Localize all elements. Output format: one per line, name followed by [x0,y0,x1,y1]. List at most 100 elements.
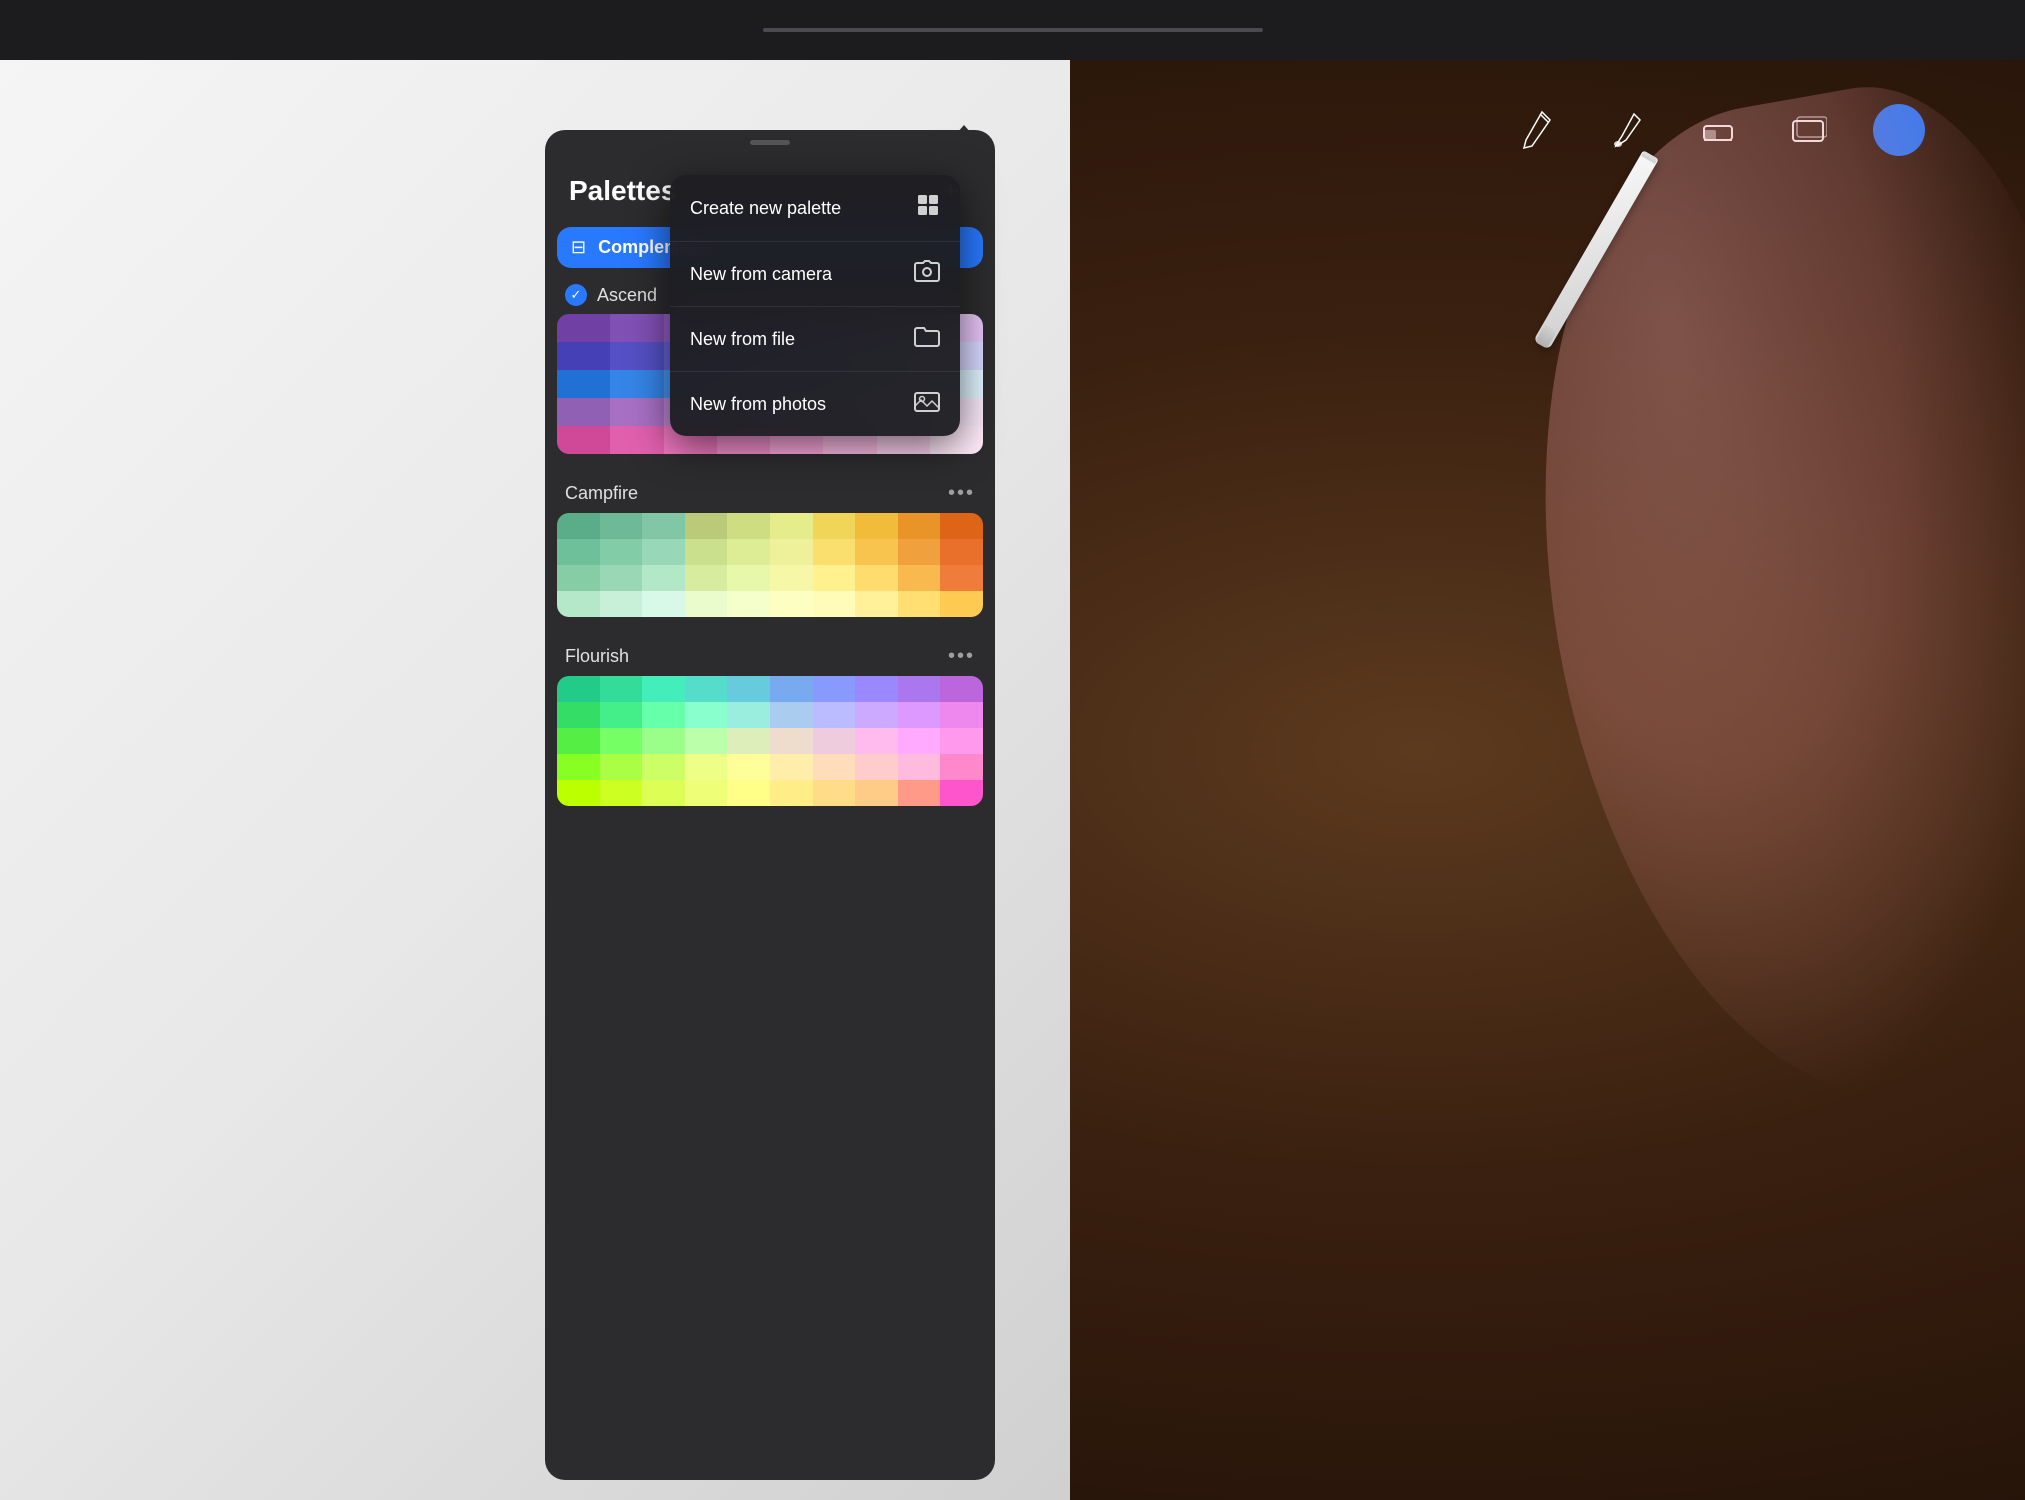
new-from-camera-option[interactable]: New from camera [670,242,960,307]
swatch [642,754,685,780]
swatch [557,676,600,702]
new-from-file-option[interactable]: New from file [670,307,960,372]
folder-file-icon [914,325,940,353]
swatch [727,513,770,539]
swatch [642,780,685,806]
swatch [855,780,898,806]
swatch [600,754,643,780]
swatch [770,754,813,780]
flourish-swatches [557,676,983,806]
swatch [770,676,813,702]
pen-tool-button[interactable] [1513,105,1563,155]
swatch [610,426,663,454]
flourish-header: Flourish ••• [557,637,983,676]
swatch [770,513,813,539]
swatch [685,513,728,539]
swatch [727,728,770,754]
swatch [940,676,983,702]
flourish-label: Flourish [565,646,629,667]
swatch [642,702,685,728]
swatch [600,702,643,728]
swatch [642,728,685,754]
swatch [813,565,856,591]
swatch [727,539,770,565]
swatch [600,565,643,591]
swatch [727,591,770,617]
swatch [855,702,898,728]
swatch [557,513,600,539]
color-picker-button[interactable] [1873,104,1925,156]
swatch [855,754,898,780]
campfire-name: Campfire [565,483,638,504]
top-bar-line [763,28,1263,32]
swatch [898,780,941,806]
swatch [685,676,728,702]
create-new-palette-option[interactable]: Create new palette [670,175,960,242]
swatch [600,728,643,754]
swatch [940,513,983,539]
camera-label: New from camera [690,264,832,285]
swatch [610,314,663,342]
swatch [940,780,983,806]
swatch [685,591,728,617]
swatch [940,702,983,728]
campfire-label: Campfire [565,483,638,504]
swatch [855,539,898,565]
swatch [685,754,728,780]
new-from-photos-option[interactable]: New from photos [670,372,960,436]
swatch [940,565,983,591]
swatch [898,728,941,754]
swatch [557,565,600,591]
swatch [642,591,685,617]
swatch [770,728,813,754]
swatch [855,676,898,702]
palette-item-flourish: Flourish ••• [557,637,983,806]
swatch [855,513,898,539]
swatch [770,591,813,617]
swatch [685,780,728,806]
swatch [727,780,770,806]
swatch [855,565,898,591]
grid-icon [916,193,940,223]
swatch [727,754,770,780]
photos-label: New from photos [690,394,826,415]
swatch [557,702,600,728]
swatch [813,513,856,539]
campfire-more-button[interactable]: ••• [948,482,975,505]
swatch [898,565,941,591]
swatch [813,591,856,617]
swatch [813,702,856,728]
layers-tool-button[interactable] [1783,105,1833,155]
swatch [600,591,643,617]
swatch [940,591,983,617]
swatch [642,676,685,702]
swatch [642,539,685,565]
flourish-more-button[interactable]: ••• [948,645,975,668]
swatch [898,539,941,565]
swatch [600,513,643,539]
ascend-name-row: ✓ Ascend [565,284,657,306]
swatch [610,342,663,370]
swatch [940,754,983,780]
swatch [610,398,663,426]
create-palette-label: Create new palette [690,198,841,219]
file-label: New from file [690,329,795,350]
panel-title: Palettes [569,175,676,207]
swatch [557,342,610,370]
swatch [727,565,770,591]
swatch [770,702,813,728]
swatch [685,565,728,591]
brush-tool-button[interactable] [1603,105,1653,155]
swatch [898,702,941,728]
ascend-label: Ascend [597,285,657,306]
swatch [813,676,856,702]
campfire-swatches [557,513,983,617]
swatch [557,539,600,565]
swatch [557,728,600,754]
eraser-tool-button[interactable] [1693,105,1743,155]
swatch [813,754,856,780]
ascend-check-icon: ✓ [565,284,587,306]
swatch [610,370,663,398]
swatch [557,426,610,454]
swatch [855,591,898,617]
